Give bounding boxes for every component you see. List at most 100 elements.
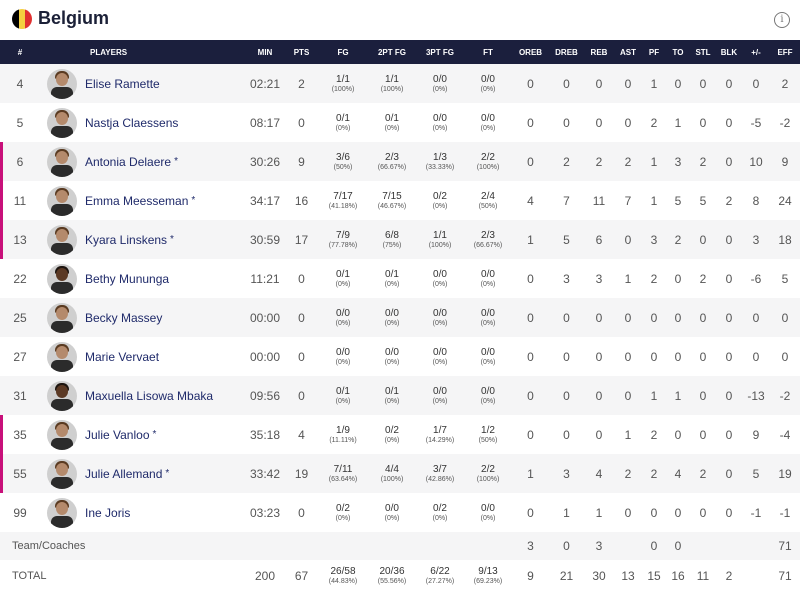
column-header-3pt-fg[interactable]: 3PT FG [416,40,464,64]
stat-stl: 0 [699,349,707,364]
fg2-cell: 4/4 (100%) [368,454,416,493]
player-number: 99 [13,505,27,520]
fg3-cell: 1/3 (33.33%) [416,142,464,181]
column-header-ft[interactable]: FT [464,40,512,64]
fg2-made-attempted: 0/1 [385,112,399,124]
fg2-percentage: (66.67%) [377,163,407,171]
stat-stl: 2 [699,271,707,286]
minutes: 33:42 [249,466,281,481]
player-name-link[interactable]: Marie Vervaet [85,350,159,364]
column-header-pf[interactable]: PF [642,40,666,64]
info-icon[interactable]: i [774,12,790,28]
player-number: 31 [13,388,27,403]
column-header-min[interactable]: MIN [245,40,285,64]
player-number: 5 [16,115,24,130]
player-avatar [47,419,77,450]
fg3-made-attempted: 0/0 [433,307,447,319]
player-name-link[interactable]: Bethy Mununga [85,272,169,286]
stat-to: 0 [674,310,682,325]
ft-percentage: (50%) [478,202,498,210]
team-stat-pm [742,532,770,560]
fg2-percentage: (0%) [384,514,400,522]
points: 17 [294,232,309,247]
player-name-link[interactable]: Becky Massey [85,311,162,325]
column-header--[interactable]: +/- [742,40,770,64]
stat-pf: 0 [650,349,658,364]
player-row[interactable]: 4 Elise Ramette 02:21 2 1/1 (100%) 1/1 (100%) 0/… [0,64,800,103]
player-row[interactable]: 35 Julie Vanloo * 35:18 4 1/9 (11.11%) 0/2 (0%) 1… [0,415,800,454]
fg-percentage: (44.83%) [328,577,358,585]
player-name-link[interactable]: Ine Joris [85,506,130,520]
player-row[interactable]: 99 Ine Joris 03:23 0 0/2 (0%) 0/0 (0%) 0/2 (0%) 0/… [0,493,800,532]
total-stat-pf: 15 [647,568,661,583]
player-row[interactable]: 31 Maxuella Lisowa Mbaka 09:56 0 0/1 (0%) 0/1(… [0,376,800,415]
player-row[interactable]: 27 Marie Vervaet 00:00 0 0/0 (0%) 0/0 (0%) 0/0 (0… [0,337,800,376]
player-avatar [47,185,77,216]
player-row[interactable]: 11 Emma Meesseman * 34:17 16 7/17 (41.18%) 7/15… [0,181,800,220]
stat-dreb: 7 [563,193,570,208]
fg3-percentage: (0%) [432,319,448,327]
total-stat-dreb: 21 [559,568,574,583]
player-row[interactable]: 55 Julie Allemand * 33:42 19 7/11 (63.64%) 4/4(… [0,454,800,493]
column-header-to[interactable]: TO [666,40,690,64]
player-row[interactable]: 13 Kyara Linskens * 30:59 17 7/9 (77.78%) 6/8 (7… [0,220,800,259]
column-header-ast[interactable]: AST [614,40,642,64]
player-name-link[interactable]: Maxuella Lisowa Mbaka [85,389,213,403]
column-header-eff[interactable]: EFF [770,40,800,64]
ft-percentage: (69.23%) [473,577,503,585]
column-header-fg[interactable]: FG [318,40,368,64]
stat-dreb: 0 [563,427,570,442]
stat-blk: 0 [725,310,733,325]
stat-pm: 8 [752,193,760,208]
stat-ast: 0 [624,76,632,91]
column-header-reb[interactable]: REB [584,40,614,64]
player-name-link[interactable]: Elise Ramette [85,77,160,91]
avatar-head [56,423,68,437]
avatar-jersey [51,437,73,450]
column-header-players[interactable]: PLAYERS [40,40,245,64]
avatar-jersey [51,125,73,138]
column-header-blk[interactable]: BLK [716,40,742,64]
stat-to: 4 [674,466,682,481]
fg-cell: 26/58 (44.83%) [318,560,368,591]
stat-pm: 0 [752,349,760,364]
player-name-link[interactable]: Julie Allemand [85,467,162,481]
total-row: TOTAL 200 67 26/58 (44.83%) 20/36 (55.56%) 6/22… [0,560,800,591]
column-header-number[interactable]: # [0,40,40,64]
player-name-link[interactable]: Kyara Linskens [85,233,167,247]
stat-to: 3 [674,154,682,169]
column-header-oreb[interactable]: OREB [512,40,549,64]
player-row[interactable]: 5 Nastja Claessens 08:17 0 0/1 (0%) 0/1 (0%) 0/0… [0,103,800,142]
player-row[interactable]: 22 Bethy Mununga 11:21 0 0/1 (0%) 0/1 (0%) 0/0 (0… [0,259,800,298]
column-header-stl[interactable]: STL [690,40,716,64]
player-row[interactable]: 25 Becky Massey 00:00 0 0/0 (0%) 0/0 (0%) 0/0 (0%… [0,298,800,337]
fg3-cell: 0/0 (0%) [416,298,464,337]
player-cell: Julie Allemand * [40,454,245,493]
minutes: 00:00 [249,310,281,325]
stat-dreb: 0 [563,76,570,91]
player-name-link[interactable]: Julie Vanloo [85,428,150,442]
player-name-link[interactable]: Antonia Delaere [85,155,171,169]
player-row[interactable]: 6 Antonia Delaere * 30:26 9 3/6 (50%) 2/3 (66.67… [0,142,800,181]
stat-pm: 0 [752,310,760,325]
ft-made-attempted: 2/2 [481,463,495,475]
stat-blk: 0 [725,505,733,520]
stat-oreb: 0 [527,388,534,403]
column-header-dreb[interactable]: DREB [549,40,584,64]
stat-blk: 0 [725,349,733,364]
starter-asterisk: * [152,429,157,440]
total-stat-pm [742,560,770,591]
stat-eff: 18 [778,232,792,247]
fg2-cell: 0/0 (0%) [368,298,416,337]
column-header-2pt-fg[interactable]: 2PT FG [368,40,416,64]
player-name-link[interactable]: Emma Meesseman [85,194,188,208]
player-info: Marie Vervaet [40,341,245,372]
player-name-link[interactable]: Nastja Claessens [85,116,178,130]
column-header-pts[interactable]: PTS [285,40,318,64]
stat-reb: 11 [592,193,606,208]
team-stat-eff: 71 [778,539,792,553]
team-stat-blk [716,532,742,560]
player-info: Nastja Claessens [40,107,245,138]
fg2-made-attempted: 0/1 [385,385,399,397]
fg2-percentage: (46.67%) [377,202,407,210]
